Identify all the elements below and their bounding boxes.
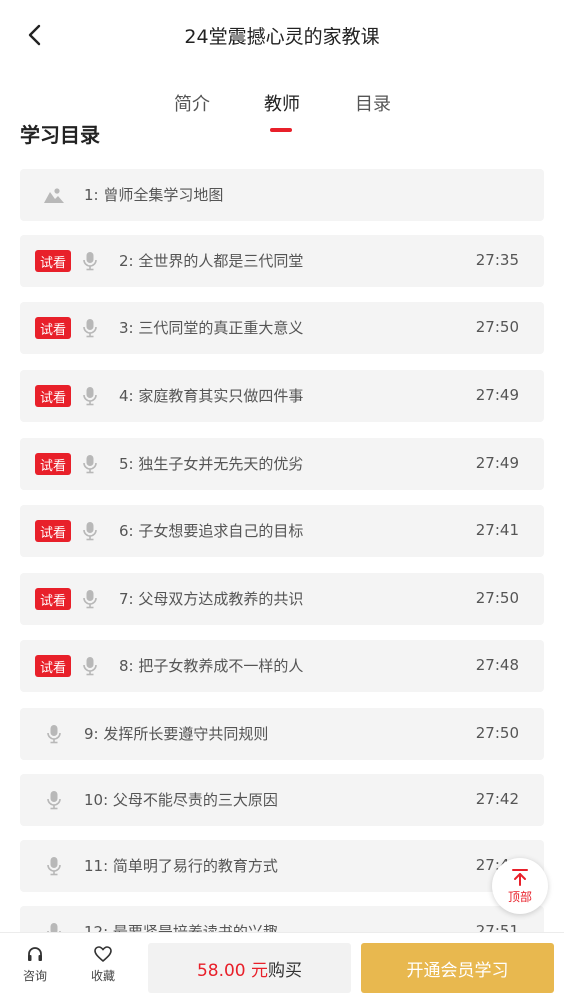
lesson-item[interactable]: 9: 发挥所长要遵守共同规则 27:50 <box>20 708 544 760</box>
microphone-icon <box>47 725 61 744</box>
back-to-top-label: 顶部 <box>507 889 532 904</box>
headset-icon <box>28 947 42 961</box>
catalog-list[interactable]: 学习目录 1: 曾师全集学习地图试看 2: 全世界的人都是三代同堂 27:35 试看 3… <box>0 124 564 932</box>
arrow-to-top-icon <box>512 868 528 886</box>
microphone-icon <box>83 455 97 474</box>
lesson-duration: 27:50 <box>475 724 519 742</box>
trial-badge: 试看 <box>35 655 71 677</box>
lesson-title: 6: 子女想要追求自己的目标 <box>119 522 304 540</box>
top-bar: 24堂震撼心灵的家教课 <box>0 0 564 70</box>
microphone-icon <box>47 791 61 810</box>
microphone-icon <box>78 452 102 476</box>
consult-button[interactable]: 咨询 <box>10 945 60 984</box>
bottom-bar: 咨询 收藏 58.00 元购买 开通会员学习 <box>0 932 564 1002</box>
lesson-title: 7: 父母双方达成教养的共识 <box>119 590 304 608</box>
microphone-icon <box>83 319 97 338</box>
back-to-top-button[interactable]: 顶部 <box>492 858 548 914</box>
lesson-duration: 27:49 <box>475 386 519 404</box>
lesson-item[interactable]: 1: 曾师全集学习地图 <box>20 169 544 221</box>
lesson-title: 9: 发挥所长要遵守共同规则 <box>84 725 269 743</box>
microphone-icon <box>83 387 97 406</box>
lesson-title: 8: 把子女教养成不一样的人 <box>119 657 304 675</box>
member-button[interactable]: 开通会员学习 <box>361 943 554 993</box>
microphone-icon <box>78 249 102 273</box>
lesson-title: 12: 最要紧是培养读书的兴趣 <box>84 923 278 932</box>
microphone-icon <box>42 920 66 932</box>
buy-label: 购买 <box>268 960 303 981</box>
microphone-icon <box>78 316 102 340</box>
trial-badge: 试看 <box>35 453 71 475</box>
lesson-item[interactable]: 12: 最要紧是培养读书的兴趣 27:51 <box>20 906 544 932</box>
trial-badge: 试看 <box>35 588 71 610</box>
lesson-item[interactable]: 试看 7: 父母双方达成教养的共识 27:50 <box>20 573 544 625</box>
collect-label: 收藏 <box>90 969 115 983</box>
trial-badge: 试看 <box>35 250 71 272</box>
lesson-duration: 27:51 <box>475 922 519 932</box>
tab-teacher[interactable]: 教师 <box>264 90 300 116</box>
lesson-title: 5: 独生子女并无先天的优劣 <box>119 455 304 473</box>
lesson-title: 11: 简单明了易行的教育方式 <box>84 857 278 875</box>
lesson-item[interactable]: 10: 父母不能尽责的三大原因 27:42 <box>20 774 544 826</box>
lesson-title: 10: 父母不能尽责的三大原因 <box>84 791 278 809</box>
lesson-duration: 27:35 <box>475 251 519 269</box>
lesson-item[interactable]: 试看 8: 把子女教养成不一样的人 27:48 <box>20 640 544 692</box>
microphone-icon <box>78 654 102 678</box>
lesson-item[interactable]: 试看 6: 子女想要追求自己的目标 27:41 <box>20 505 544 557</box>
microphone-icon <box>47 923 61 932</box>
microphone-icon <box>42 722 66 746</box>
trial-badge: 试看 <box>35 385 71 407</box>
lesson-item[interactable]: 试看 4: 家庭教育其实只做四件事 27:49 <box>20 370 544 422</box>
heart-icon <box>94 946 112 962</box>
lesson-duration: 27:48 <box>475 656 519 674</box>
microphone-icon <box>83 522 97 541</box>
lesson-duration: 27:49 <box>475 454 519 472</box>
lesson-title: 4: 家庭教育其实只做四件事 <box>119 387 304 405</box>
microphone-icon <box>42 854 66 878</box>
section-title: 学习目录 <box>20 124 100 147</box>
lesson-item[interactable]: 试看 2: 全世界的人都是三代同堂 27:35 <box>20 235 544 287</box>
microphone-icon <box>78 519 102 543</box>
price: 58.00 元 <box>196 960 269 981</box>
trial-badge: 试看 <box>35 317 71 339</box>
buy-button[interactable]: 58.00 元购买 <box>148 943 351 993</box>
lesson-item[interactable]: 试看 5: 独生子女并无先天的优劣 27:49 <box>20 438 544 490</box>
lesson-title: 2: 全世界的人都是三代同堂 <box>119 252 304 270</box>
lesson-duration: 27:50 <box>475 318 519 336</box>
page-title: 24堂震撼心灵的家教课 <box>184 26 380 48</box>
microphone-icon <box>78 384 102 408</box>
microphone-icon <box>42 788 66 812</box>
microphone-icon <box>83 252 97 271</box>
microphone-icon <box>78 587 102 611</box>
tab-intro[interactable]: 简介 <box>174 90 210 116</box>
lesson-title: 3: 三代同堂的真正重大意义 <box>119 319 304 337</box>
microphone-icon <box>83 657 97 676</box>
microphone-icon <box>47 857 61 876</box>
microphone-icon <box>83 590 97 609</box>
lesson-item[interactable]: 11: 简单明了易行的教育方式 27:44 <box>20 840 544 892</box>
lesson-duration: 27:42 <box>475 790 519 808</box>
lesson-duration: 27:41 <box>475 521 519 539</box>
lesson-title: 1: 曾师全集学习地图 <box>84 186 224 204</box>
image-icon <box>44 188 64 203</box>
image-icon <box>42 183 66 207</box>
tab-catalog[interactable]: 目录 <box>355 90 391 116</box>
collect-button[interactable]: 收藏 <box>78 945 128 984</box>
trial-badge: 试看 <box>35 520 71 542</box>
consult-label: 咨询 <box>22 969 47 983</box>
lesson-item[interactable]: 试看 3: 三代同堂的真正重大意义 27:50 <box>20 302 544 354</box>
lesson-duration: 27:50 <box>475 589 519 607</box>
